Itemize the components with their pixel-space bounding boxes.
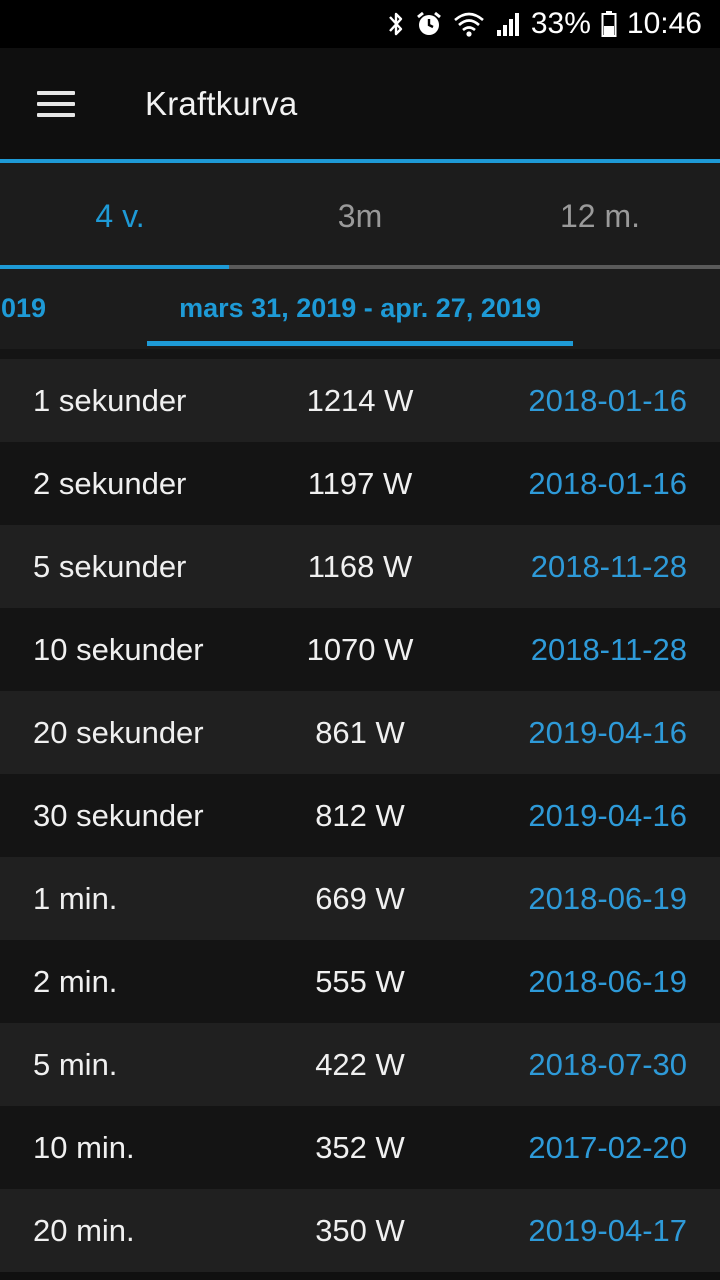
table-row[interactable]: 10 min. 352 W 2017-02-20 xyxy=(0,1106,720,1189)
power-value: 350 W xyxy=(315,1212,405,1248)
menu-button[interactable] xyxy=(0,48,112,159)
activity-date-link[interactable]: 2018-01-16 xyxy=(528,466,687,502)
activity-date-link[interactable]: 2017-02-20 xyxy=(528,1130,687,1166)
activity-date-link[interactable]: 2018-06-19 xyxy=(528,881,687,917)
duration-label: 20 sekunder xyxy=(33,714,204,750)
table-row[interactable]: 10 sekunder 1070 W 2018-11-28 xyxy=(0,608,720,691)
table-row[interactable]: 1 min. 669 W 2018-06-19 xyxy=(0,857,720,940)
current-range-underline xyxy=(147,341,573,346)
duration-label: 20 min. xyxy=(33,1212,135,1248)
table-row[interactable]: 20 min. 350 W 2019-04-17 xyxy=(0,1189,720,1272)
table-row[interactable]: 30 sekunder 812 W 2019-04-16 xyxy=(0,774,720,857)
menu-icon xyxy=(37,90,75,117)
activity-date-link[interactable]: 2019-04-16 xyxy=(528,715,687,751)
duration-label: 30 sekunder xyxy=(33,797,204,833)
table-row[interactable]: 2 min. 555 W 2018-06-19 xyxy=(0,940,720,1023)
power-value: 1214 W xyxy=(306,382,414,418)
tab-4-weeks[interactable]: 4 v. xyxy=(0,163,240,269)
table-row[interactable]: 1 sekunder 1214 W 2018-01-16 xyxy=(0,359,720,442)
table-row[interactable]: 2 sekunder 1197 W 2018-01-16 xyxy=(0,442,720,525)
power-value: 669 W xyxy=(315,880,405,916)
battery-icon xyxy=(601,10,617,38)
tab-12-months[interactable]: 12 m. xyxy=(480,163,720,269)
power-value: 1168 W xyxy=(307,548,413,584)
power-curve-list: 1 sekunder 1214 W 2018-01-16 2 sekunder … xyxy=(0,359,720,1272)
period-tabs: 4 v. 3m 12 m. xyxy=(0,163,720,269)
table-row[interactable]: 5 min. 422 W 2018-07-30 xyxy=(0,1023,720,1106)
power-value: 555 W xyxy=(315,963,405,999)
duration-label: 1 min. xyxy=(33,880,118,916)
table-row[interactable]: 5 sekunder 1168 W 2018-11-28 xyxy=(0,525,720,608)
activity-date-link[interactable]: 2018-06-19 xyxy=(528,964,687,1000)
duration-label: 5 sekunder xyxy=(33,548,187,584)
date-range-selector: 2019 mars 31, 2019 - apr. 27, 2019 xyxy=(0,269,720,349)
divider xyxy=(0,349,720,359)
page-title: Kraftkurva xyxy=(145,84,298,122)
power-value: 1070 W xyxy=(306,631,414,667)
power-value: 352 W xyxy=(315,1129,405,1165)
duration-label: 10 min. xyxy=(33,1129,135,1165)
activity-date-link[interactable]: 2019-04-17 xyxy=(528,1213,687,1249)
power-value: 1197 W xyxy=(307,465,413,501)
app-bar: Kraftkurva xyxy=(0,48,720,159)
duration-label: 10 sekunder xyxy=(33,631,204,667)
activity-date-link[interactable]: 2018-07-30 xyxy=(528,1047,687,1083)
duration-label: 1 sekunder xyxy=(33,382,187,418)
wifi-icon xyxy=(453,10,485,38)
power-value: 861 W xyxy=(315,714,405,750)
power-value: 812 W xyxy=(315,797,405,833)
battery-percent: 33% xyxy=(530,7,591,40)
activity-date-link[interactable]: 2018-11-28 xyxy=(531,632,687,668)
tab-3-months[interactable]: 3m xyxy=(240,163,480,269)
clock: 10:46 xyxy=(626,7,702,40)
activity-date-link[interactable]: 2019-04-16 xyxy=(528,798,687,834)
table-row[interactable]: 20 sekunder 861 W 2019-04-16 xyxy=(0,691,720,774)
duration-label: 2 min. xyxy=(33,963,118,999)
activity-date-link[interactable]: 2018-11-28 xyxy=(531,549,687,585)
current-range[interactable]: mars 31, 2019 - apr. 27, 2019 xyxy=(147,293,573,324)
status-bar: 33% 10:46 xyxy=(0,0,720,48)
power-value: 422 W xyxy=(315,1046,405,1082)
duration-label: 5 min. xyxy=(33,1046,118,1082)
activity-date-link[interactable]: 2018-01-16 xyxy=(528,383,687,419)
bluetooth-icon xyxy=(387,10,405,38)
alarm-icon xyxy=(415,10,443,38)
signal-icon xyxy=(495,10,521,38)
previous-range[interactable]: 2019 xyxy=(0,293,46,324)
duration-label: 2 sekunder xyxy=(33,465,187,501)
